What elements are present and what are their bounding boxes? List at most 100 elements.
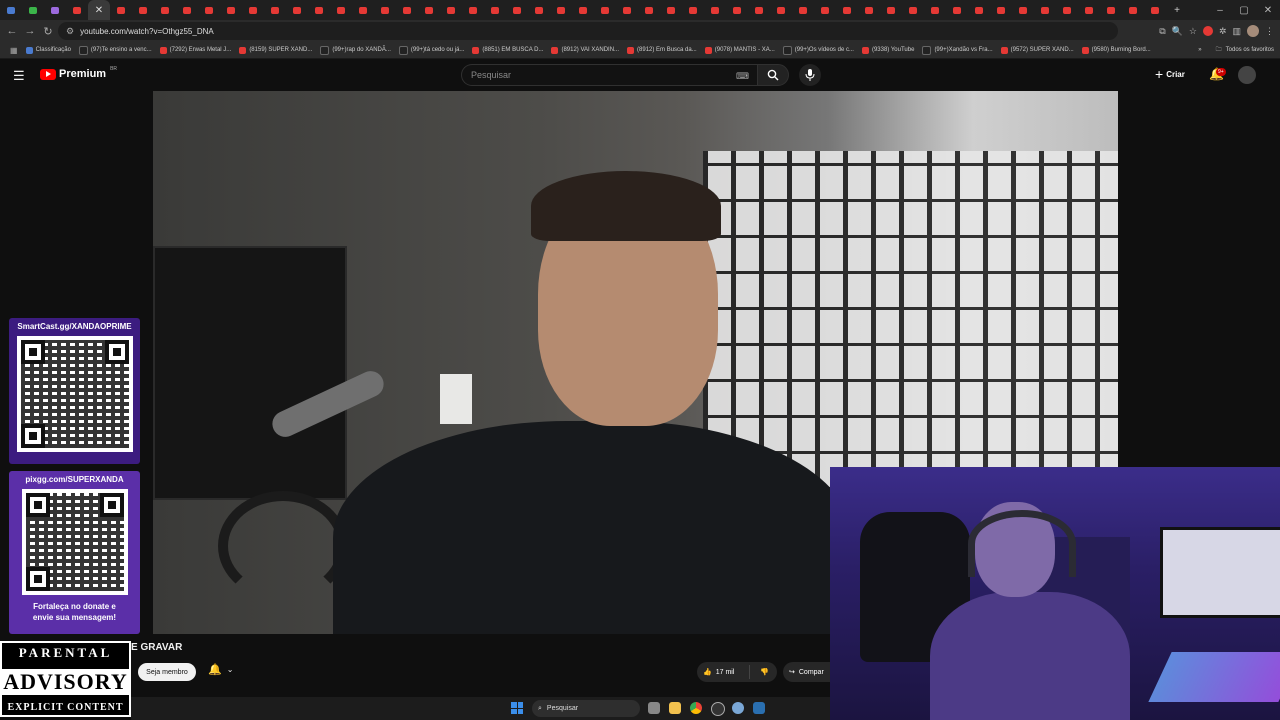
browser-tab[interactable] (1122, 0, 1144, 20)
browser-tab[interactable] (396, 0, 418, 20)
bookmark-item[interactable]: (9338) YouTube (861, 46, 914, 55)
browser-tab[interactable] (1100, 0, 1122, 20)
browser-tab[interactable] (352, 0, 374, 20)
dislike-button[interactable]: 👎 (750, 668, 769, 676)
windows-start-icon[interactable] (511, 702, 523, 714)
extension-icon[interactable] (1202, 26, 1213, 36)
extensions-puzzle-icon[interactable]: ✲ (1219, 26, 1227, 37)
browser-tab[interactable] (594, 0, 616, 20)
browser-tab[interactable] (704, 0, 726, 20)
browser-tab[interactable] (550, 0, 572, 20)
browser-tab[interactable] (0, 0, 22, 20)
bookmark-item[interactable]: (97)Te ensino a venc... (78, 45, 152, 55)
bookmark-star-icon[interactable]: ☆ (1189, 26, 1197, 37)
browser-tab[interactable] (1034, 0, 1056, 20)
bookmark-item[interactable]: (8159) SUPER XAND... (239, 46, 312, 55)
maximize-icon[interactable]: ▢ (1232, 0, 1256, 20)
bookmark-item[interactable]: (8912) VAI XANDIN... (551, 46, 619, 55)
browser-tab[interactable] (440, 0, 462, 20)
browser-tab[interactable] (22, 0, 44, 20)
browser-tab[interactable] (946, 0, 968, 20)
browser-tab[interactable] (220, 0, 242, 20)
forward-icon[interactable]: → (21, 25, 39, 37)
bookmark-item[interactable]: (7292) Erwas Metal J... (159, 46, 231, 55)
browser-tab[interactable] (660, 0, 682, 20)
browser-tab[interactable] (242, 0, 264, 20)
browser-tab[interactable] (154, 0, 176, 20)
search-button[interactable] (757, 64, 789, 86)
browser-tab[interactable] (748, 0, 770, 20)
back-icon[interactable]: ← (3, 25, 21, 37)
browser-tab[interactable] (814, 0, 836, 20)
reload-icon[interactable]: ↻ (39, 25, 57, 38)
browser-tab[interactable] (1012, 0, 1034, 20)
bookmark-item[interactable]: (99+)Os vídeos de c... (782, 45, 854, 55)
bookmark-item[interactable]: (99+)tá cedo ou já... (398, 45, 464, 55)
bookmark-item[interactable]: (9572) SUPER XAND... (1000, 46, 1074, 55)
browser-tab[interactable] (132, 0, 154, 20)
settings-icon[interactable] (732, 702, 744, 714)
browser-tab[interactable] (176, 0, 198, 20)
browser-tab[interactable] (44, 0, 66, 20)
like-button[interactable]: 👍 17 mil (697, 665, 750, 679)
browser-tab[interactable] (1056, 0, 1078, 20)
browser-tab[interactable] (990, 0, 1012, 20)
account-avatar[interactable] (1238, 66, 1256, 84)
steam-icon[interactable] (753, 702, 765, 714)
browser-tab[interactable] (858, 0, 880, 20)
browser-tab[interactable] (682, 0, 704, 20)
browser-tab[interactable] (726, 0, 748, 20)
obs-icon[interactable] (711, 702, 725, 716)
tab-close-icon[interactable]: ✕ (95, 5, 103, 16)
browser-tab[interactable] (770, 0, 792, 20)
browser-tab[interactable] (264, 0, 286, 20)
browser-tab[interactable] (968, 0, 990, 20)
site-info-icon[interactable]: ⚙ (66, 26, 74, 37)
sidebar-icon[interactable]: ▥ (1232, 26, 1241, 37)
browser-tab[interactable] (836, 0, 858, 20)
browser-tab[interactable] (308, 0, 330, 20)
bookmark-item[interactable]: (99+)Xandão vs Fra... (922, 45, 993, 55)
close-window-icon[interactable]: ✕ (1256, 0, 1280, 20)
browser-tab[interactable] (528, 0, 550, 20)
apps-grid-icon[interactable]: ▦ (10, 46, 18, 55)
file-explorer-icon[interactable] (669, 702, 681, 714)
browser-tab[interactable] (638, 0, 660, 20)
browser-tab[interactable] (330, 0, 352, 20)
zoom-icon[interactable]: 🔍 (1172, 26, 1183, 37)
browser-tab[interactable] (462, 0, 484, 20)
bookmark-item[interactable]: (99+)rap do XANDÃ... (320, 45, 391, 55)
hamburger-menu-icon[interactable]: ☰ (13, 68, 25, 84)
browser-tab[interactable] (792, 0, 814, 20)
taskbar-search[interactable]: ⌕ Pesquisar (532, 700, 640, 717)
browser-tab[interactable] (880, 0, 902, 20)
bookmark-item[interactable]: (9078) MANTIS - XA... (704, 46, 775, 55)
browser-tab[interactable] (66, 0, 88, 20)
chrome-icon[interactable] (690, 702, 702, 714)
browser-tab[interactable] (1078, 0, 1100, 20)
youtube-logo[interactable]: Premium BR (40, 66, 117, 80)
join-member-button[interactable]: Seja membro (138, 663, 196, 681)
active-tab[interactable]: ✕ (88, 0, 110, 20)
menu-kebab-icon[interactable]: ⋮ (1265, 26, 1274, 37)
browser-tab[interactable] (374, 0, 396, 20)
browser-tab[interactable] (902, 0, 924, 20)
install-app-icon[interactable]: ⧉ (1159, 26, 1165, 37)
subscription-bell-button[interactable]: 🔔 ⌄ (208, 663, 233, 676)
search-input[interactable]: Pesquisar ⌨ (461, 64, 757, 86)
browser-tab[interactable] (286, 0, 308, 20)
url-field[interactable]: ⚙ youtube.com/watch?v=Othgz55_DNA (58, 22, 1118, 40)
browser-tab[interactable] (924, 0, 946, 20)
browser-tab[interactable] (506, 0, 528, 20)
browser-tab[interactable] (1144, 0, 1166, 20)
minimize-icon[interactable]: – (1208, 0, 1232, 20)
browser-tab[interactable] (198, 0, 220, 20)
browser-tab[interactable] (110, 0, 132, 20)
voice-search-button[interactable] (799, 64, 821, 86)
bookmark-item[interactable]: (8912) Em Busca da... (627, 46, 697, 55)
browser-tab[interactable] (572, 0, 594, 20)
all-bookmarks[interactable]: » 🗀 Todos os favoritos (1190, 42, 1274, 58)
profile-avatar[interactable] (1247, 25, 1259, 37)
keyboard-icon[interactable]: ⌨ (736, 71, 749, 82)
task-view-icon[interactable] (648, 702, 660, 714)
